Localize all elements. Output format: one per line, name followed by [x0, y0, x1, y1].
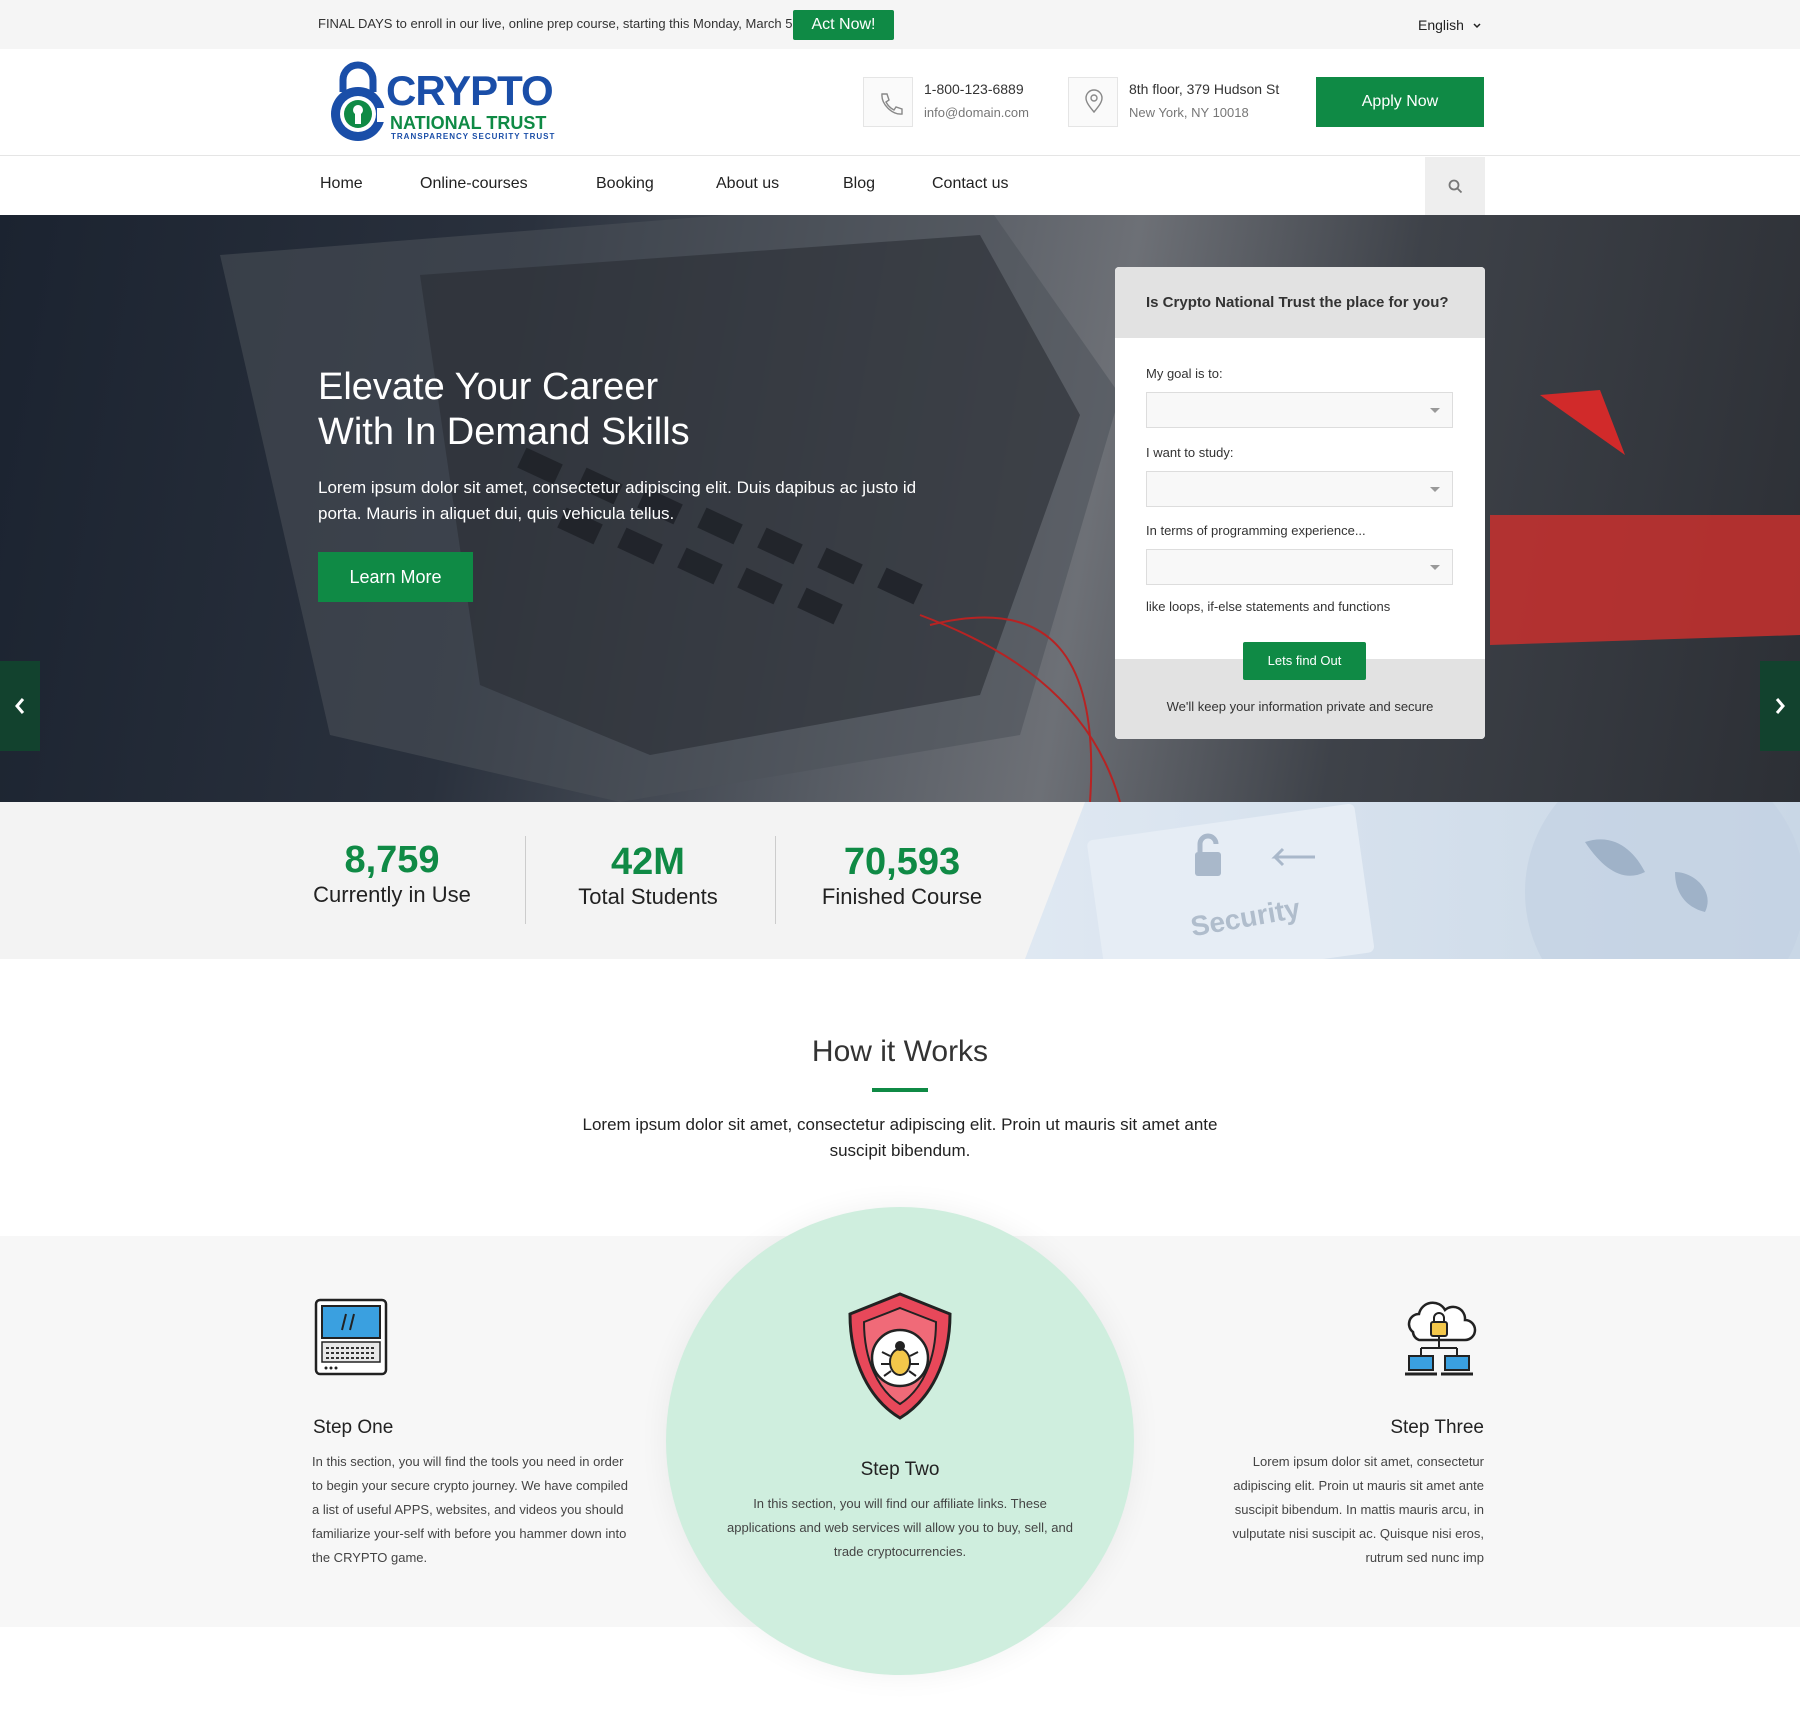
address-line1: 8th floor, 379 Hudson St: [1129, 81, 1280, 97]
caret-down-icon: [1430, 565, 1440, 570]
contact-info: 1-800-123-6889 info@domain.com: [924, 78, 1029, 124]
address-line2: New York, NY 10018: [1129, 105, 1249, 120]
stat-divider: [775, 836, 776, 924]
language-label: English: [1418, 17, 1464, 33]
step-one-title: Step One: [313, 1417, 394, 1438]
promo-text: FINAL DAYS to enroll in our live, online…: [318, 16, 797, 31]
stat-label: Finished Course: [821, 884, 983, 909]
section-title: How it Works: [811, 1035, 989, 1068]
map-pin-icon: [1085, 89, 1103, 114]
stat-value: 8,759: [344, 839, 440, 881]
next-slide-button[interactable]: [1760, 661, 1800, 751]
nav-item-blog[interactable]: Blog: [843, 175, 875, 193]
language-select[interactable]: English: [1418, 17, 1482, 33]
caret-down-icon: [1430, 408, 1440, 413]
announcement-bar: FINAL DAYS to enroll in our live, online…: [0, 0, 1800, 49]
experience-label: In terms of programming experience...: [1146, 523, 1366, 538]
hero-title: Elevate Your Career With In Demand Skill…: [318, 365, 690, 455]
form-title: Is Crypto National Trust the place for y…: [1115, 267, 1485, 338]
eligibility-form: Is Crypto National Trust the place for y…: [1115, 267, 1485, 739]
stat-total-students: 42M Total Students: [548, 840, 748, 910]
phone-number[interactable]: 1-800-123-6889: [924, 78, 1029, 101]
address-info: 8th floor, 379 Hudson St New York, NY 10…: [1129, 78, 1279, 124]
find-out-button[interactable]: Lets find Out: [1243, 642, 1366, 680]
stat-label: Total Students: [578, 884, 718, 909]
main-nav: Home Online-courses Booking About us Blo…: [0, 157, 1800, 215]
study-select[interactable]: [1146, 471, 1453, 507]
stat-label: Currently in Use: [313, 882, 471, 907]
experience-select[interactable]: [1146, 549, 1453, 585]
privacy-note: We'll keep your information private and …: [1166, 699, 1434, 714]
search-icon: [1448, 179, 1463, 194]
section-intro: Lorem ipsum dolor sit amet, consectetur …: [582, 1115, 1218, 1160]
goal-select[interactable]: [1146, 392, 1453, 428]
hero-text: Lorem ipsum dolor sit amet, consectetur …: [318, 478, 917, 523]
chevron-right-icon: [1775, 698, 1785, 714]
apply-now-button[interactable]: Apply Now: [1316, 77, 1484, 127]
search-button[interactable]: [1425, 157, 1485, 215]
goal-label: My goal is to:: [1146, 366, 1223, 381]
map-pin-icon-box: [1068, 77, 1118, 127]
hero-title-line1: Elevate Your Career: [318, 366, 659, 408]
stat-finished-course: 70,593 Finished Course: [792, 840, 1012, 910]
lock-logo-icon: [331, 61, 391, 141]
logo-subtitle: NATIONAL TRUST: [390, 113, 547, 133]
laptop-icon: [314, 1298, 388, 1376]
stat-divider: [525, 836, 526, 924]
phone-icon: [881, 93, 903, 115]
chevron-left-icon: [15, 698, 25, 714]
stat-currently-in-use: 8,759 Currently in Use: [292, 838, 492, 908]
logo-tagline: TRANSPARENCY SECURITY TRUST: [391, 132, 556, 141]
security-keyboard-image: Security: [1025, 802, 1800, 959]
hero-title-line2: With In Demand Skills: [318, 411, 690, 453]
nav-item-booking[interactable]: Booking: [596, 175, 654, 193]
chevron-down-icon: [1473, 23, 1481, 29]
security-key-graphic: Security: [1087, 802, 1800, 959]
nav-item-about[interactable]: About us: [716, 175, 779, 193]
title-underline: [872, 1088, 928, 1092]
learn-more-button[interactable]: Learn More: [318, 552, 473, 602]
cloud-network-icon: [1405, 1301, 1477, 1376]
shield-bug-icon: [848, 1292, 952, 1420]
step-three-text: Lorem ipsum dolor sit amet, consectetur …: [1232, 1454, 1484, 1565]
nav-item-online-courses[interactable]: Online-courses: [420, 175, 528, 193]
study-label: I want to study:: [1146, 445, 1234, 460]
experience-hint: like loops, if-else statements and funct…: [1146, 599, 1391, 614]
caret-down-icon: [1430, 487, 1440, 492]
email-address[interactable]: info@domain.com: [924, 101, 1029, 124]
phone-icon-box: [863, 77, 913, 127]
step-two-title: Step Two: [860, 1459, 940, 1480]
nav-item-home[interactable]: Home: [320, 175, 363, 193]
prev-slide-button[interactable]: [0, 661, 40, 751]
step-two-highlight-circle: [666, 1207, 1134, 1675]
nav-item-contact[interactable]: Contact us: [932, 175, 1008, 193]
logo-title: CRYPTO: [386, 67, 554, 114]
act-now-button[interactable]: Act Now!: [793, 10, 894, 40]
step-two-text: In this section, you will find our affil…: [727, 1496, 1073, 1559]
step-three-title: Step Three: [1390, 1417, 1484, 1438]
stat-value: 70,593: [843, 841, 961, 883]
stat-value: 42M: [611, 841, 685, 883]
